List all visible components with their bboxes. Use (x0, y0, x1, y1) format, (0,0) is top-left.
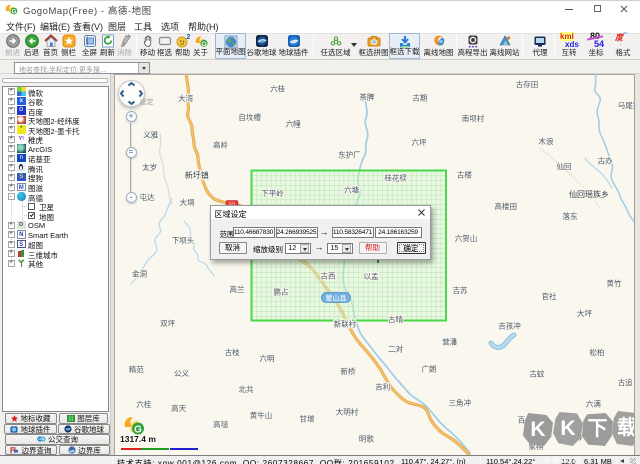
svg-text:高天: 高天 (171, 403, 186, 413)
svg-text:自坟槽: 自坟槽 (238, 112, 261, 122)
svg-text:金洞: 金洞 (132, 269, 147, 279)
svg-text:下平岭: 下平岭 (261, 188, 284, 198)
svg-text:鹏占: 鹏占 (274, 286, 289, 296)
svg-text:六桂: 六桂 (270, 84, 285, 94)
svg-text:古期: 古期 (412, 92, 427, 102)
svg-text:古枝: 古枝 (225, 347, 240, 357)
svg-text:高兰: 高兰 (230, 284, 245, 294)
svg-text:桂花棂: 桂花棂 (384, 172, 407, 182)
svg-text:吉孩冲: 吉孩冲 (498, 321, 521, 331)
svg-text:公义: 公义 (174, 369, 189, 378)
svg-text:2: 2 (186, 34, 190, 41)
svg-text:六满: 六满 (586, 398, 601, 408)
svg-text:古蚊: 古蚊 (529, 368, 544, 378)
svg-text:以孟: 以孟 (364, 271, 379, 281)
svg-text:古楼: 古楼 (457, 170, 472, 180)
svg-text:双坪: 双坪 (160, 319, 175, 328)
svg-text:黄牛山: 黄牛山 (250, 410, 273, 420)
svg-text:落东: 落东 (563, 211, 578, 221)
svg-text:精范: 精范 (129, 364, 144, 374)
svg-text:木浪: 木浪 (539, 136, 554, 146)
svg-text:仙回: 仙回 (557, 161, 572, 171)
svg-text:仙回瑶族乡: 仙回瑶族乡 (569, 189, 609, 199)
svg-text:甘增: 甘增 (300, 414, 315, 424)
svg-text:北共: 北共 (239, 385, 254, 394)
svg-text:六坪: 六坪 (412, 137, 427, 147)
svg-text:大湾: 大湾 (178, 93, 193, 103)
svg-text:三角冲: 三角冲 (449, 397, 472, 407)
svg-text:古晴: 古晴 (388, 314, 403, 324)
svg-text:蒙山县: 蒙山县 (326, 293, 347, 302)
svg-text:高塠: 高塠 (213, 419, 228, 429)
svg-text:六塘: 六塘 (344, 185, 359, 195)
svg-text:古办: 古办 (598, 156, 613, 166)
svg-text:吉苏: 吉苏 (453, 285, 468, 295)
svg-text:屯达: 屯达 (140, 192, 155, 202)
svg-text:大坰: 大坰 (180, 197, 195, 207)
svg-text:G: G (11, 8, 16, 15)
svg-text:古存田: 古存田 (516, 79, 539, 89)
svg-text:六桂: 六桂 (136, 399, 151, 409)
svg-text:官社: 官社 (542, 291, 557, 301)
svg-text:太岁: 太岁 (142, 162, 157, 172)
svg-text:新桥: 新桥 (341, 366, 356, 376)
svg-text:新联村: 新联村 (334, 319, 357, 329)
svg-text:新圩镇: 新圩镇 (185, 170, 209, 180)
svg-text:吉利: 吉利 (375, 382, 390, 392)
svg-text:广朗: 广朗 (422, 364, 437, 374)
svg-text:古追: 古追 (618, 377, 633, 387)
svg-text:义雅: 义雅 (143, 130, 158, 140)
svg-text:黄竹: 黄竹 (607, 278, 622, 288)
svg-text:松柏: 松柏 (589, 347, 604, 357)
svg-text:古西: 古西 (321, 271, 336, 281)
svg-text:南坝村: 南坝村 (462, 113, 485, 123)
svg-text:明歌: 明歌 (359, 433, 374, 443)
svg-text:六明: 六明 (260, 353, 275, 363)
svg-text:大明村: 大明村 (336, 406, 359, 416)
svg-text:高岭: 高岭 (213, 139, 228, 149)
svg-text:大坪: 大坪 (577, 308, 592, 318)
svg-text:高楼田: 高楼田 (495, 201, 518, 211)
svg-text:二对: 二对 (388, 343, 403, 353)
svg-text:下坝头: 下坝头 (172, 235, 195, 245)
svg-text:茶脾: 茶脾 (359, 92, 374, 102)
svg-text:六幢: 六幢 (286, 118, 301, 128)
svg-text:营潘: 营潘 (442, 337, 457, 347)
svg-text:六贺山: 六贺山 (455, 233, 478, 243)
svg-text:东护厂: 东护厂 (338, 150, 361, 160)
